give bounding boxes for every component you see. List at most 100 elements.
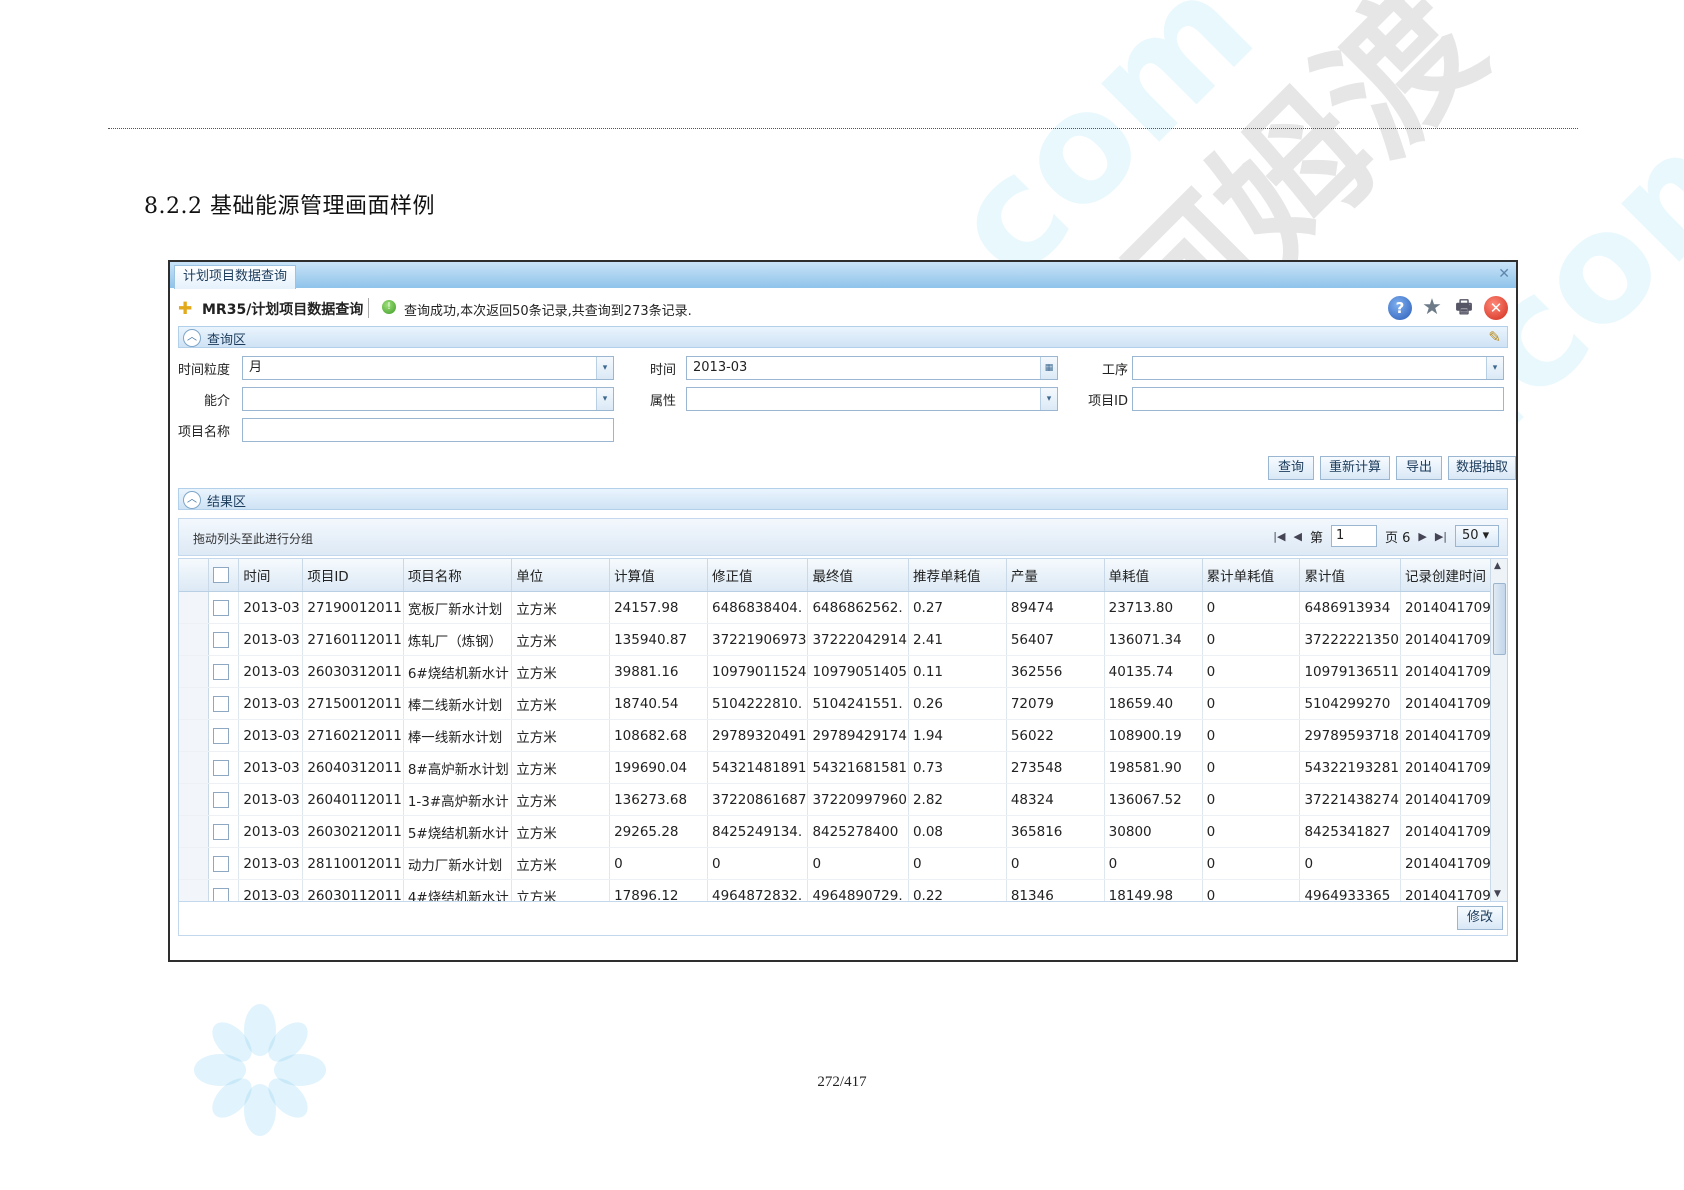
process-select[interactable]: ▾ [1132, 356, 1504, 380]
window-close-icon[interactable]: ✕ [1498, 266, 1510, 282]
edit-button[interactable]: 修改 [1457, 906, 1503, 930]
next-page-icon[interactable]: ▶ [1418, 530, 1426, 543]
time-granularity-select[interactable]: 月 ▾ [242, 356, 614, 380]
row-select-cell [208, 687, 240, 720]
row-checkbox[interactable] [213, 855, 230, 872]
watermark-flower-icon [194, 1004, 326, 1136]
recalculate-button[interactable]: 重新计算 [1320, 456, 1390, 480]
table-cell: 立方米 [511, 847, 611, 880]
table-cell: 0.08 [908, 815, 1007, 848]
scroll-down-icon[interactable]: ▼ [1494, 889, 1501, 899]
time-input[interactable]: 2013-03 ▦ [686, 356, 1058, 380]
table-cell: 89474 [1006, 591, 1105, 624]
table-cell: 0 [609, 847, 708, 880]
row-checkbox[interactable] [213, 887, 230, 901]
project-id-input[interactable] [1132, 387, 1504, 411]
column-header[interactable]: 项目名称 [403, 559, 513, 592]
table-row[interactable]: 2013-03 26030212011 5#烧结机新水计 立方米 29265.28 842… [179, 815, 1507, 848]
collapse-icon[interactable]: ︿ [183, 491, 201, 509]
table-cell: 23713.80 [1104, 591, 1203, 624]
table-row[interactable]: 2013-03 27190012011 宽板厂新水计划 立方米 24157.98 6486… [179, 591, 1507, 624]
close-icon[interactable]: ✕ [1484, 296, 1508, 320]
page-size-select[interactable]: 50 ▾ [1455, 525, 1499, 547]
last-page-icon[interactable]: ▶| [1435, 530, 1447, 543]
star-icon[interactable]: ★ [1420, 296, 1444, 320]
scrollbar-thumb[interactable] [1493, 583, 1506, 655]
table-row[interactable]: 2013-03 26040112011 1-3#高炉新水计 立方米 136273.68 3… [179, 783, 1507, 816]
collapse-icon[interactable]: ︿ [183, 329, 201, 347]
table-cell: 0 [908, 847, 1007, 880]
table-cell: 362556 [1006, 655, 1105, 688]
column-header[interactable]: 项目ID [302, 559, 404, 592]
row-select-cell [208, 655, 240, 688]
table-cell: 立方米 [511, 687, 611, 720]
project-id-label: 项目ID [1088, 394, 1128, 409]
column-header[interactable]: 时间 [238, 559, 304, 592]
table-cell: 37220861687 [707, 783, 809, 816]
help-icon[interactable]: ? [1388, 296, 1412, 320]
row-checkbox[interactable] [213, 823, 230, 840]
row-number-cell [179, 783, 210, 816]
table-cell: 5104299270 [1299, 687, 1401, 720]
calendar-icon[interactable]: ▦ [1040, 357, 1057, 379]
table-row[interactable]: 2013-03 26040312011 8#高炉新水计划 立方米 199690.04 54… [179, 751, 1507, 784]
row-checkbox[interactable] [213, 695, 230, 712]
column-header[interactable]: 修正值 [707, 559, 809, 592]
table-row[interactable]: 2013-03 26030112011 4#烧结机新水计 立方米 17896.12 496… [179, 879, 1507, 901]
chevron-down-icon[interactable]: ▾ [596, 388, 613, 410]
first-page-icon[interactable]: |◀ [1273, 530, 1285, 543]
row-checkbox[interactable] [213, 631, 230, 648]
table-row[interactable]: 2013-03 28110012011 动力厂新水计划 立方米 0 0 0 0 0 0 0 0 2014… [179, 847, 1507, 880]
table-cell: 37222221350 [1299, 623, 1401, 656]
clear-broom-icon[interactable]: ✎ [1488, 328, 1501, 346]
table-cell: 26030112011 [302, 879, 404, 901]
table-row[interactable]: 2013-03 26030312011 6#烧结机新水计 立方米 39881.16 109… [179, 655, 1507, 688]
row-checkbox[interactable] [213, 663, 230, 680]
table-row[interactable]: 2013-03 27160212011 棒一线新水计划 立方米 108682.68 297… [179, 719, 1507, 752]
column-header[interactable]: 累计值 [1299, 559, 1401, 592]
select-all-checkbox[interactable] [213, 567, 230, 583]
status-message: 查询成功,本次返回50条记录,共查询到273条记录. [404, 304, 692, 319]
query-button[interactable]: 查询 [1268, 456, 1314, 480]
table-cell: 56022 [1006, 719, 1105, 752]
table-cell: 37222042914 [807, 623, 909, 656]
table-row[interactable]: 2013-03 27160112011 炼轧厂（炼钢） 立方米 135940.87 372… [179, 623, 1507, 656]
scroll-up-icon[interactable]: ▲ [1494, 561, 1501, 571]
query-area-header[interactable]: ︿ 查询区 ✎ [178, 326, 1508, 348]
row-checkbox[interactable] [213, 599, 230, 616]
row-checkbox[interactable] [213, 791, 230, 808]
print-icon[interactable]: 🖶 [1452, 296, 1476, 320]
attribute-select[interactable]: ▾ [686, 387, 1058, 411]
page-number-input[interactable]: 1 [1330, 525, 1377, 547]
column-header[interactable]: 单耗值 [1104, 559, 1203, 592]
table-cell: 立方米 [511, 751, 611, 784]
column-header[interactable]: 推荐单耗值 [908, 559, 1007, 592]
result-area-header[interactable]: ︿ 结果区 [178, 488, 1508, 510]
tab-project-data-query[interactable]: 计划项目数据查询 [174, 265, 297, 289]
column-header[interactable]: 累计单耗值 [1202, 559, 1301, 592]
row-checkbox[interactable] [213, 727, 230, 744]
table-cell: 54321681581 [807, 751, 909, 784]
column-header[interactable]: 单位 [511, 559, 611, 592]
chevron-down-icon[interactable]: ▾ [1486, 357, 1503, 379]
prev-page-icon[interactable]: ◀ [1293, 530, 1301, 543]
row-checkbox[interactable] [213, 759, 230, 776]
chevron-down-icon[interactable]: ▾ [1040, 388, 1057, 410]
data-extract-button[interactable]: 数据抽取 [1448, 456, 1516, 480]
export-button[interactable]: 导出 [1396, 456, 1442, 480]
medium-select[interactable]: ▾ [242, 387, 614, 411]
column-header[interactable]: 计算值 [609, 559, 708, 592]
vertical-scrollbar[interactable]: ▲ ▼ [1490, 559, 1507, 901]
table-cell: 135940.87 [609, 623, 708, 656]
chevron-down-icon[interactable]: ▾ [596, 357, 613, 379]
table-row[interactable]: 2013-03 27150012011 棒二线新水计划 立方米 18740.54 5104… [179, 687, 1507, 720]
column-header[interactable]: 最终值 [807, 559, 909, 592]
pager: |◀ ◀ 第 1 页 6 ▶ ▶| 50 ▾ [1273, 525, 1499, 547]
group-by-drop-zone[interactable]: 拖动列头至此进行分组 [193, 530, 313, 547]
table-cell: 2013-03 [238, 655, 304, 688]
row-number-cell [179, 719, 210, 752]
table-cell: 0 [1299, 847, 1401, 880]
column-header[interactable]: 产量 [1006, 559, 1105, 592]
project-name-input[interactable] [242, 418, 614, 442]
table-cell: 1.94 [908, 719, 1007, 752]
